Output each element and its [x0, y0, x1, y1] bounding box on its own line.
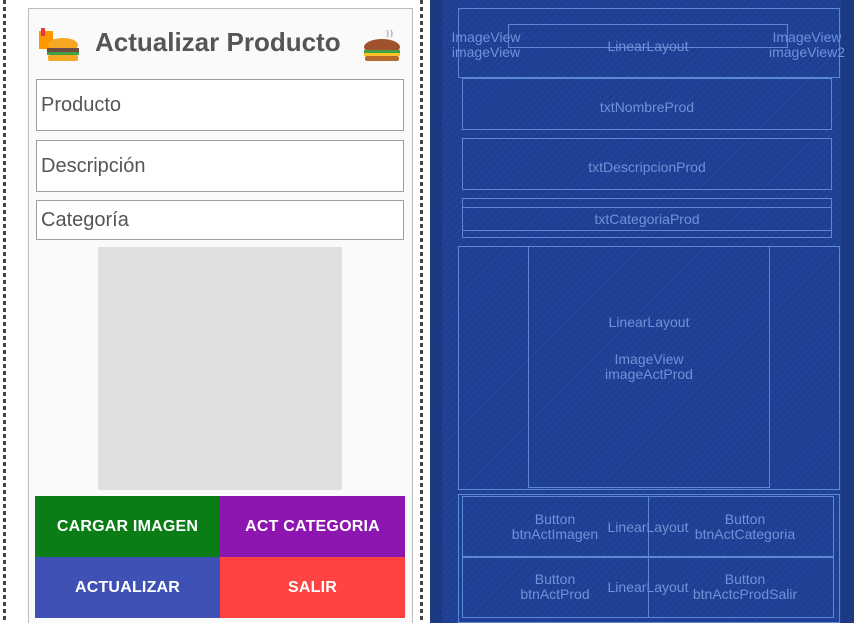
producto-field[interactable]: Producto	[36, 79, 404, 131]
bp-text-line: Button	[534, 571, 576, 587]
burger-icon	[39, 28, 79, 61]
act-categoria-button[interactable]: ACT CATEGORIA	[220, 496, 405, 557]
descripcion-placeholder: Descripción	[41, 154, 146, 177]
bp-btn-salir-label[interactable]: Button btnActcProdSalir	[670, 572, 820, 602]
bp-image-view-label: ImageView imageActProd	[528, 352, 770, 382]
bp-btn-act-prod-label[interactable]: Button btnActProd	[495, 572, 615, 602]
canvas-edge-left	[3, 0, 6, 623]
bp-btn-act-categoria-label[interactable]: Button btnActCategoria	[670, 512, 820, 542]
product-image[interactable]	[98, 247, 342, 490]
page-title: Actualizar Producto	[95, 27, 341, 57]
canvas-edge-right	[420, 0, 423, 623]
bp-btn-act-imagen-label[interactable]: Button btnActImagen	[495, 512, 615, 542]
burger-icon	[364, 29, 400, 61]
bp-field-categoria-label: txtCategoriaProd	[594, 211, 700, 227]
bp-button-divider	[648, 496, 649, 618]
bp-text-line: btnActcProdSalir	[692, 586, 798, 602]
bp-text-line: Button	[534, 511, 576, 527]
bp-text-line: imageView	[451, 44, 521, 60]
bp-text-line: imageView2	[768, 44, 845, 60]
bp-text-line: btnActCategoria	[694, 526, 796, 542]
bp-text-line: btnActProd	[520, 586, 590, 602]
cargar-imagen-button[interactable]: CARGAR IMAGEN	[35, 496, 220, 557]
bp-text-line: btnActImagen	[511, 526, 599, 542]
bp-text-line: ImageView	[451, 29, 521, 45]
bp-header-right-label: ImageView imageView2	[760, 30, 854, 60]
descripcion-field[interactable]: Descripción	[36, 140, 404, 192]
bp-text-line: ImageView	[614, 351, 684, 367]
bp-header-left-label: ImageView imageView	[440, 30, 532, 60]
bp-field-descripcion-label: txtDescripcionProd	[588, 159, 706, 175]
bp-text-line: ImageView	[772, 29, 842, 45]
categoria-placeholder: Categoría	[41, 208, 129, 231]
bp-text-line: Button	[724, 571, 766, 587]
bp-field-nombre-label: txtNombreProd	[599, 99, 695, 115]
categoria-field[interactable]: Categoría	[36, 200, 404, 240]
actualizar-button[interactable]: ACTUALIZAR	[35, 557, 220, 618]
producto-placeholder: Producto	[41, 93, 122, 116]
bp-text-line: imageActProd	[605, 366, 693, 382]
bp-header-center-label: LinearLayout	[607, 38, 689, 54]
bp-image-container-label: LinearLayout	[608, 314, 690, 330]
bp-text-line: Button	[724, 511, 766, 527]
salir-button[interactable]: SALIR	[220, 557, 405, 618]
